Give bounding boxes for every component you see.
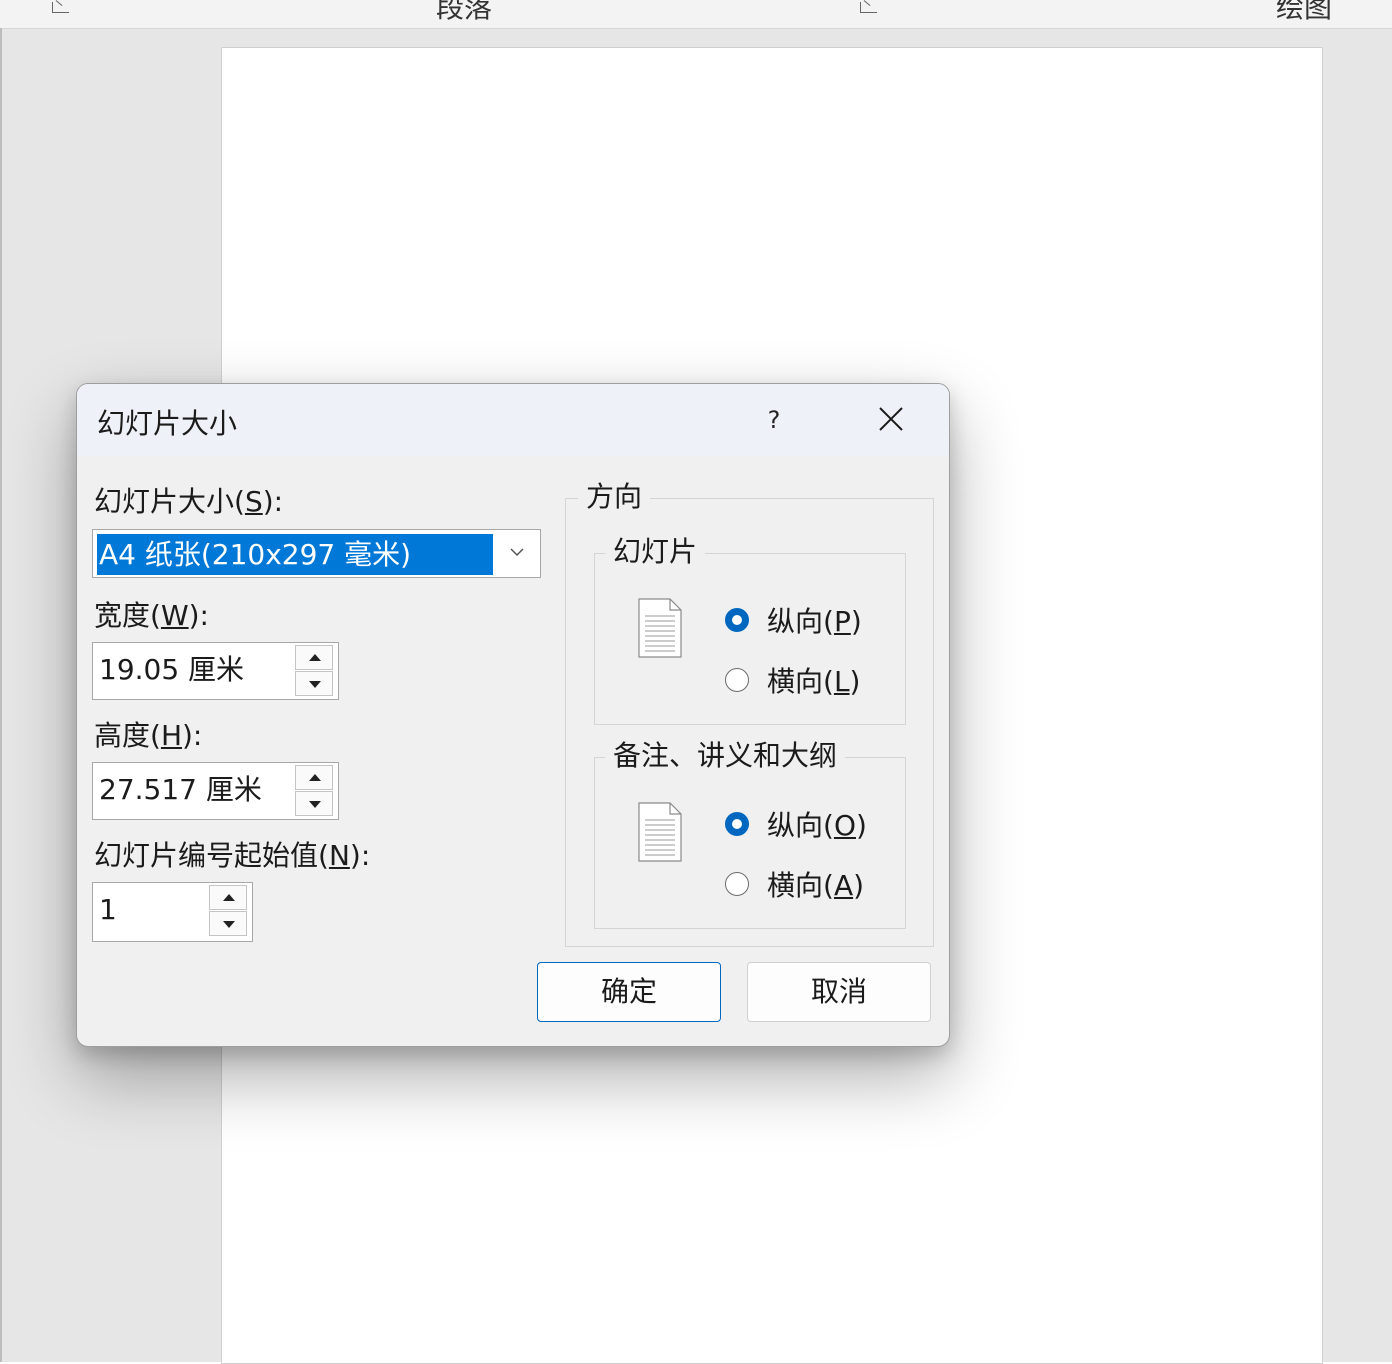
notes-orientation-group: 备注、讲义和大纲 纵向(O) 横向(A) (594, 738, 906, 929)
start-number-value[interactable]: 1 (99, 883, 117, 937)
slide-size-selected-value: A4 纸张(210x297 毫米) (97, 534, 493, 575)
orientation-title: 方向 (578, 479, 651, 515)
notes-landscape-radio[interactable]: 横向(A) (725, 864, 864, 904)
notes-portrait-radio[interactable]: 纵向(O) (725, 804, 867, 844)
chevron-down-icon (510, 548, 524, 557)
window-edge (0, 28, 2, 1362)
dialog-launcher-icon[interactable] (860, 2, 877, 13)
height-decrement-button[interactable] (295, 791, 333, 816)
slide-size-dialog: 幻灯片大小 ? 幻灯片大小(S): A4 纸张(210x297 毫米) 宽度(W… (76, 383, 950, 1047)
start-number-spinner[interactable]: 1 (92, 882, 253, 942)
ribbon: 段落 绘图 (0, 0, 1392, 29)
notes-orientation-title: 备注、讲义和大纲 (605, 738, 846, 774)
slides-landscape-label: 横向(L) (767, 665, 861, 698)
notes-landscape-label: 横向(A) (767, 869, 865, 902)
start-number-increment-button[interactable] (209, 885, 247, 910)
dialog-titlebar[interactable]: 幻灯片大小 ? (77, 384, 949, 456)
width-label: 宽度(W): (94, 599, 209, 632)
radio-checked-icon (725, 812, 749, 836)
ok-button[interactable]: 确定 (537, 962, 721, 1022)
height-increment-button[interactable] (295, 765, 333, 790)
radio-checked-icon (725, 608, 749, 632)
portrait-page-icon (638, 802, 682, 862)
close-button[interactable] (863, 398, 919, 442)
orientation-group: 方向 幻灯片 纵向(P) 横向(L) 备注、讲义和大纲 纵向(O) 横向(A) (565, 479, 934, 947)
close-icon (879, 407, 903, 431)
slide-size-dropdown[interactable]: A4 纸张(210x297 毫米) (92, 529, 541, 578)
height-label: 高度(H): (94, 719, 203, 752)
radio-unchecked-icon (725, 872, 749, 896)
dialog-title: 幻灯片大小 (97, 407, 238, 440)
height-spinner[interactable]: 27.517 厘米 (92, 762, 339, 820)
ribbon-group-drawing: 绘图 (1276, 0, 1333, 24)
cancel-button[interactable]: 取消 (747, 962, 931, 1022)
width-value[interactable]: 19.05 厘米 (99, 643, 244, 697)
radio-unchecked-icon (725, 668, 749, 692)
slide-size-label: 幻灯片大小(S): (94, 485, 284, 518)
portrait-page-icon (638, 598, 682, 658)
slides-portrait-label: 纵向(P) (767, 605, 862, 638)
ribbon-group-paragraph: 段落 (436, 0, 493, 24)
slides-orientation-title: 幻灯片 (605, 534, 706, 570)
width-increment-button[interactable] (295, 645, 333, 670)
dropdown-arrow[interactable] (494, 530, 540, 577)
slides-landscape-radio[interactable]: 横向(L) (725, 660, 860, 700)
dialog-launcher-icon[interactable] (52, 2, 69, 13)
presentation-app: 段落 绘图 幻灯片大小 ? 幻灯片大小(S): A4 纸张(210x297 毫米… (0, 0, 1392, 1364)
notes-portrait-label: 纵向(O) (767, 809, 867, 842)
slides-orientation-group: 幻灯片 纵向(P) 横向(L) (594, 534, 906, 725)
help-button[interactable]: ? (749, 398, 799, 442)
start-number-decrement-button[interactable] (209, 911, 247, 936)
width-spinner[interactable]: 19.05 厘米 (92, 642, 339, 700)
height-value[interactable]: 27.517 厘米 (99, 763, 262, 817)
width-decrement-button[interactable] (295, 671, 333, 696)
slides-portrait-radio[interactable]: 纵向(P) (725, 600, 862, 640)
start-number-label: 幻灯片编号起始值(N): (94, 839, 371, 872)
